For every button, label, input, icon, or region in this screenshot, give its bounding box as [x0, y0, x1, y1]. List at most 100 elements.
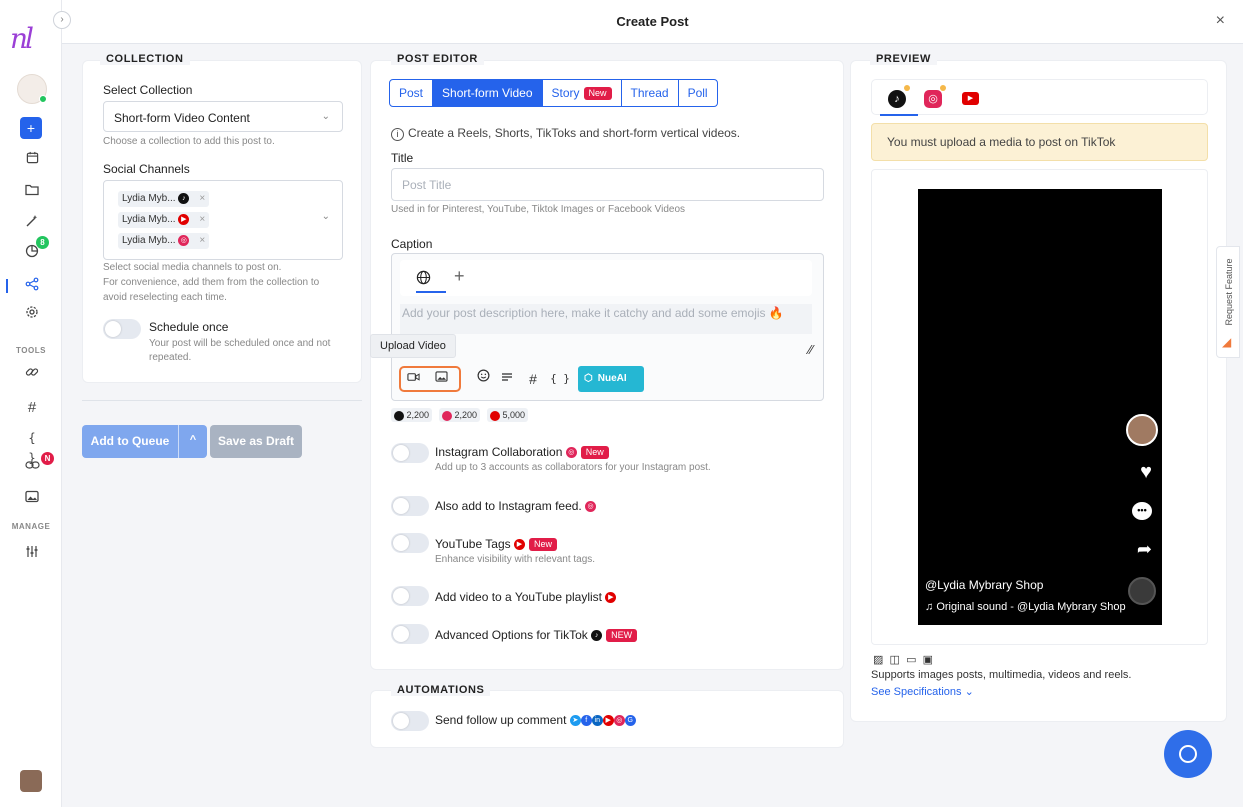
- reel-icon: ▣: [922, 654, 933, 666]
- instagram-preview-tab[interactable]: ◎: [924, 90, 942, 108]
- info-icon: i: [391, 128, 404, 141]
- new-badge: New: [583, 87, 612, 101]
- tab-short-form-video[interactable]: Short-form Video: [433, 80, 543, 106]
- tiktok-preview-tab[interactable]: ♪: [888, 90, 906, 108]
- caption-textarea[interactable]: Add your post description here, make it …: [400, 304, 812, 334]
- instagram-collaboration-toggle[interactable]: [391, 443, 429, 463]
- divider: [82, 400, 362, 401]
- youtube-tags-sub: Enhance visibility with relevant tags.: [435, 554, 596, 565]
- support-chat-button[interactable]: [1164, 730, 1212, 778]
- nueai-button[interactable]: ⬡ NueAI: [578, 366, 644, 392]
- title-label: Title: [391, 151, 414, 165]
- caption-label: Caption: [391, 237, 433, 251]
- upload-image-button[interactable]: [430, 368, 452, 390]
- schedule-once-toggle[interactable]: [103, 319, 141, 339]
- linkedin-icon: in: [591, 715, 603, 727]
- add-to-queue-button[interactable]: Add to Queue ^: [82, 425, 207, 458]
- save-draft-button[interactable]: Save as Draft: [210, 425, 302, 458]
- globe-icon[interactable]: [416, 270, 431, 288]
- info-text: Create a Reels, Shorts, TikToks and shor…: [408, 126, 741, 140]
- remove-chip-button[interactable]: ×: [199, 235, 205, 246]
- resize-handle-icon[interactable]: ⁄⁄: [809, 342, 813, 357]
- title-input[interactable]: Post Title: [391, 168, 824, 201]
- modal-header: Create Post ×: [62, 0, 1243, 44]
- folder-icon[interactable]: [22, 181, 42, 201]
- magic-wand-icon[interactable]: [22, 213, 42, 233]
- instagram-char-count: 2,200: [439, 408, 481, 422]
- hashtag-icon[interactable]: #: [22, 398, 42, 418]
- option-title: Also add to Instagram feed.: [435, 499, 582, 513]
- create-new-button[interactable]: +: [20, 117, 42, 139]
- social-channels-label: Social Channels: [103, 162, 190, 176]
- hashtag-button[interactable]: #: [522, 368, 544, 390]
- tab-poll[interactable]: Poll: [679, 80, 717, 106]
- youtube-icon: [490, 410, 500, 421]
- channel-name: Lydia Myb...: [122, 235, 176, 247]
- channels-help-line2: For convenience, add them from the colle…: [103, 277, 320, 288]
- add-account-icon[interactable]: +: [454, 266, 465, 287]
- chevron-down-icon: ⌄: [964, 686, 974, 698]
- instagram-feed-toggle[interactable]: [391, 496, 429, 516]
- schedule-once-help-line2: repeated.: [149, 352, 192, 363]
- active-tab-underline: [880, 114, 918, 116]
- collapse-sidebar-button[interactable]: ›: [53, 11, 71, 29]
- follow-up-comment-toggle[interactable]: [391, 711, 429, 731]
- title-help: Used in for Pinterest, YouTube, Tiktok I…: [391, 204, 686, 215]
- sound-text: Original sound - @Lydia Mybrary Shop: [936, 601, 1126, 613]
- fire-emoji-icon: 🔥: [768, 306, 784, 320]
- text-format-button[interactable]: [496, 368, 518, 390]
- tiktok-icon: ♪: [178, 193, 190, 204]
- remove-chip-button[interactable]: ×: [199, 193, 205, 204]
- manage-section-label: MANAGE: [11, 522, 51, 531]
- link-icon[interactable]: [22, 364, 42, 384]
- upload-video-tooltip: Upload Video: [370, 334, 456, 358]
- short-link-icon[interactable]: [22, 456, 42, 476]
- nueai-label: NueAI: [597, 373, 627, 384]
- variables-button[interactable]: { }: [547, 368, 573, 390]
- collection-section-label: COLLECTION: [100, 53, 190, 65]
- media-type-icons: ▨ ◫ ▭ ▣: [873, 653, 933, 666]
- create-post-modal: Create Post × Select Collection Short-fo…: [62, 0, 1243, 807]
- request-feature-tab[interactable]: Request Feature ◢: [1216, 246, 1240, 358]
- media-library-icon[interactable]: [22, 488, 42, 508]
- post-editor-section-label: POST EDITOR: [391, 53, 484, 65]
- count-value: 2,200: [406, 410, 430, 420]
- close-button[interactable]: ×: [1216, 12, 1225, 30]
- channel-name: Lydia Myb...: [122, 193, 176, 205]
- see-specifications-link[interactable]: See Specifications ⌄: [871, 685, 974, 698]
- share-icon[interactable]: [22, 276, 42, 296]
- gear-icon[interactable]: [22, 304, 42, 324]
- active-indicator: [6, 279, 8, 293]
- upload-video-button[interactable]: [402, 368, 424, 390]
- tiktok-icon: ♪: [591, 630, 603, 642]
- tiktok-char-count: 2,200: [391, 408, 433, 422]
- queue-options-caret[interactable]: ^: [179, 434, 207, 446]
- sliders-icon[interactable]: [22, 543, 42, 563]
- tab-post[interactable]: Post: [390, 80, 434, 106]
- emoji-button[interactable]: [472, 368, 494, 390]
- tiktok-advanced-toggle[interactable]: [391, 624, 429, 644]
- collection-select[interactable]: Short-form Video Content ⌄: [103, 101, 343, 132]
- workspace-avatar[interactable]: [17, 74, 47, 104]
- remove-chip-button[interactable]: ×: [199, 214, 205, 225]
- user-avatar[interactable]: [20, 770, 42, 792]
- calendar-icon[interactable]: [22, 149, 42, 169]
- links-new-badge: N: [41, 452, 54, 465]
- option-title: Add video to a YouTube playlist: [435, 590, 603, 604]
- tab-thread[interactable]: Thread: [622, 80, 679, 106]
- count-value: 5,000: [502, 410, 526, 420]
- creator-avatar: [1126, 414, 1158, 446]
- youtube-preview-tab[interactable]: ▶: [962, 92, 979, 105]
- instagram-icon: ◎: [585, 501, 597, 513]
- social-channels-select[interactable]: Lydia Myb... ♪ × Lydia Myb... ▶ × Lydia My…: [103, 180, 343, 260]
- youtube-char-count: 5,000: [487, 408, 529, 422]
- new-badge: New: [580, 446, 609, 460]
- schedule-once-label: Schedule once: [149, 320, 229, 334]
- select-collection-label: Select Collection: [103, 83, 193, 97]
- youtube-tags-toggle[interactable]: [391, 533, 429, 553]
- modal-title: Create Post: [616, 14, 689, 29]
- tab-story[interactable]: Story New: [543, 80, 622, 106]
- automations-section-label: AUTOMATIONS: [391, 684, 491, 696]
- code-braces-icon[interactable]: { }: [22, 428, 42, 465]
- youtube-playlist-toggle[interactable]: [391, 586, 429, 606]
